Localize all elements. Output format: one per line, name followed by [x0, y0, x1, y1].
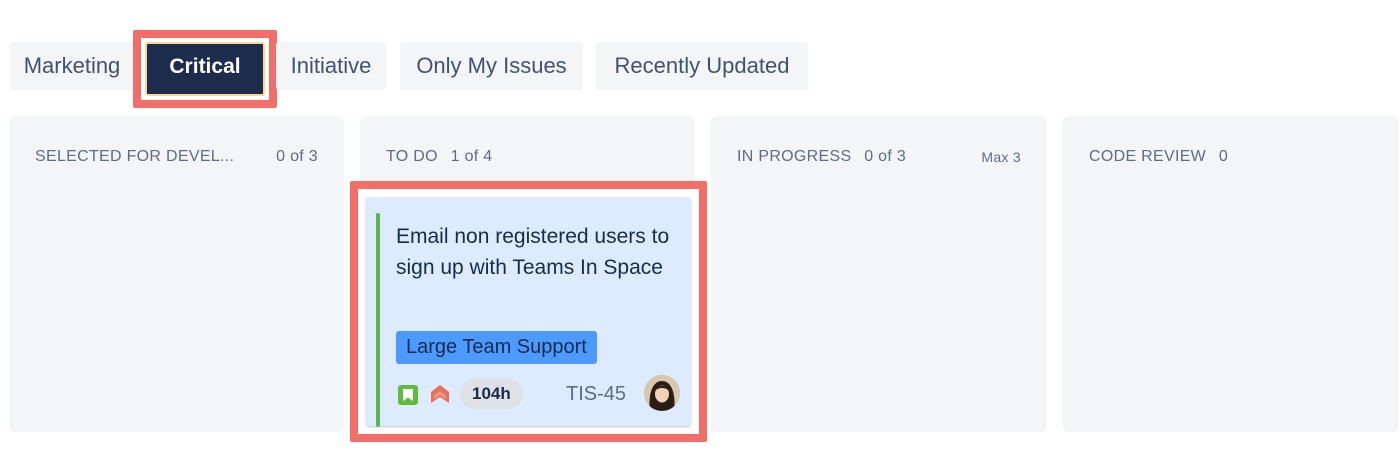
- quick-filter-only-my-issues[interactable]: Only My Issues: [400, 42, 583, 90]
- story-icon: [398, 385, 418, 405]
- column-header: TO DO 1 of 4: [386, 148, 669, 170]
- quick-filter-recently-updated[interactable]: Recently Updated: [596, 42, 808, 90]
- column-header: SELECTED FOR DEVEL... 0 of 3: [35, 148, 318, 170]
- column-count: 1 of 4: [450, 148, 493, 165]
- column-count: 0 of 3: [864, 148, 907, 165]
- card-status-bar: [376, 213, 380, 427]
- issue-key[interactable]: TIS-45: [566, 380, 626, 408]
- column-code-review: CODE REVIEW 0: [1063, 116, 1399, 432]
- column-title: CODE REVIEW: [1089, 148, 1207, 165]
- column-header: IN PROGRESS 0 of 3 Max 3: [737, 148, 1021, 170]
- column-header: CODE REVIEW 0: [1089, 148, 1373, 170]
- column-count: 0: [1218, 148, 1229, 165]
- column-selected-for-development: SELECTED FOR DEVEL... 0 of 3: [9, 116, 344, 432]
- issue-card-highlight: Email non registered users to sign up wi…: [350, 181, 707, 442]
- column-max-limit: Max 3: [981, 149, 1021, 165]
- column-count: 0 of 3: [276, 148, 318, 165]
- column-title: IN PROGRESS: [737, 148, 852, 165]
- column-in-progress: IN PROGRESS 0 of 3 Max 3: [711, 116, 1047, 432]
- quick-filter-marketing[interactable]: Marketing: [10, 42, 134, 90]
- priority-highest-icon: [430, 383, 450, 405]
- column-title: SELECTED FOR DEVEL...: [35, 148, 235, 165]
- issue-summary: Email non registered users to sign up wi…: [396, 225, 670, 279]
- time-estimate-badge: 104h: [460, 379, 523, 409]
- quick-filters-bar: Marketing Critical Initiative Only My Is…: [0, 0, 1400, 110]
- assignee-avatar[interactable]: [644, 375, 680, 411]
- quick-filter-critical-highlight: Critical: [133, 30, 277, 108]
- column-title: TO DO: [386, 148, 438, 165]
- epic-label[interactable]: Large Team Support: [396, 331, 597, 364]
- issue-card[interactable]: Email non registered users to sign up wi…: [366, 197, 691, 427]
- quick-filter-initiative[interactable]: Initiative: [276, 42, 386, 90]
- quick-filter-critical[interactable]: Critical: [145, 42, 265, 96]
